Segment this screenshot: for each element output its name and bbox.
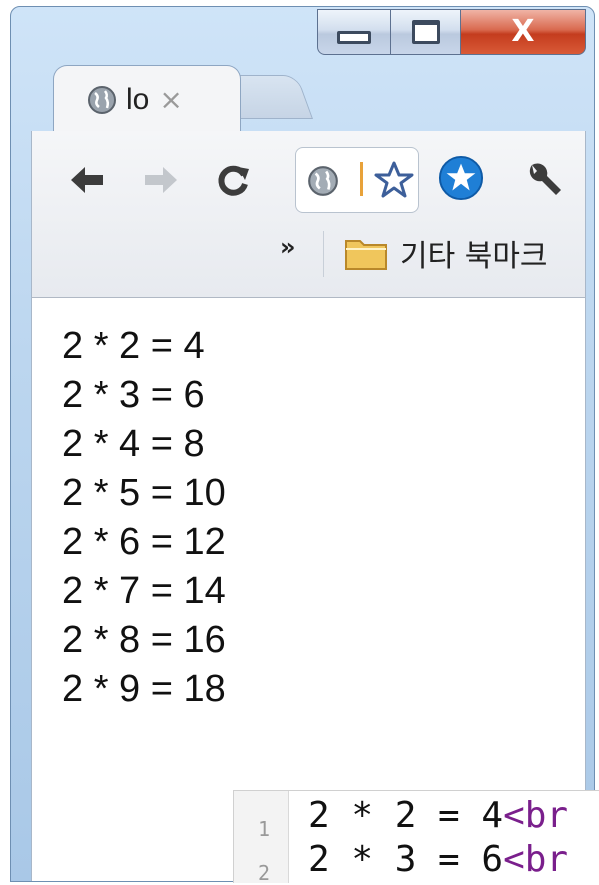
tab-title: lo xyxy=(126,82,150,116)
window-controls: X xyxy=(317,9,586,61)
output-line: 2 * 7 = 14 xyxy=(62,570,226,612)
forward-button[interactable] xyxy=(138,155,184,205)
toolbar: » 기타 북마크 xyxy=(31,131,586,297)
code-tag: <br xyxy=(503,795,569,836)
maximize-button[interactable] xyxy=(391,9,461,55)
globe-icon xyxy=(88,85,116,114)
star-badge-icon xyxy=(438,155,484,201)
browser-window: X lo × » 기타 북마크 2 * 2 = 4 2 * 3 = 6 2 * … xyxy=(10,6,595,882)
star-outline-icon[interactable] xyxy=(374,160,414,200)
code-text: 2 * 2 = 4 xyxy=(308,795,504,836)
folder-icon[interactable] xyxy=(344,235,388,271)
maximize-icon xyxy=(411,20,440,44)
code-tag: <br xyxy=(503,839,569,880)
tab-active[interactable]: lo × xyxy=(53,65,241,133)
wrench-icon xyxy=(529,163,561,195)
text-caret xyxy=(360,162,363,196)
bookmarks-overflow-button[interactable]: » xyxy=(280,233,296,261)
address-bar[interactable] xyxy=(295,147,419,213)
minimize-icon xyxy=(337,30,371,44)
output-line: 2 * 3 = 6 xyxy=(62,374,205,416)
reload-button[interactable] xyxy=(210,155,256,205)
code-line[interactable]: 2 * 2 = 4<br xyxy=(308,795,568,836)
output-lines: 2 * 2 = 4 2 * 3 = 6 2 * 4 = 8 2 * 5 = 10… xyxy=(62,322,226,714)
close-icon: X xyxy=(511,14,535,49)
line-number: 2 xyxy=(258,861,271,885)
line-number: 1 xyxy=(258,817,271,841)
minimize-button[interactable] xyxy=(317,9,391,55)
globe-icon xyxy=(308,166,338,196)
output-line: 2 * 6 = 12 xyxy=(62,521,226,563)
output-line: 2 * 9 = 18 xyxy=(62,668,226,710)
reload-icon xyxy=(218,165,249,196)
code-text: 2 * 3 = 6 xyxy=(308,839,504,880)
close-button[interactable]: X xyxy=(461,9,586,55)
arrow-left-icon xyxy=(71,167,103,193)
code-editor-snippet: 1 2 2 * 2 = 4<br 2 * 3 = 6<br xyxy=(233,790,599,885)
arrow-right-icon xyxy=(145,167,177,193)
output-line: 2 * 4 = 8 xyxy=(62,423,205,465)
other-bookmarks-label[interactable]: 기타 북마크 xyxy=(400,231,548,275)
output-line: 2 * 8 = 16 xyxy=(62,619,226,661)
extension-button[interactable] xyxy=(438,153,484,203)
bookmarks-divider xyxy=(323,231,324,277)
tab-close-icon[interactable]: × xyxy=(159,83,182,116)
output-line: 2 * 5 = 10 xyxy=(62,472,226,514)
back-button[interactable] xyxy=(64,155,110,205)
output-line: 2 * 2 = 4 xyxy=(62,325,205,367)
code-line[interactable]: 2 * 3 = 6<br xyxy=(308,839,568,880)
wrench-button[interactable] xyxy=(522,155,568,205)
